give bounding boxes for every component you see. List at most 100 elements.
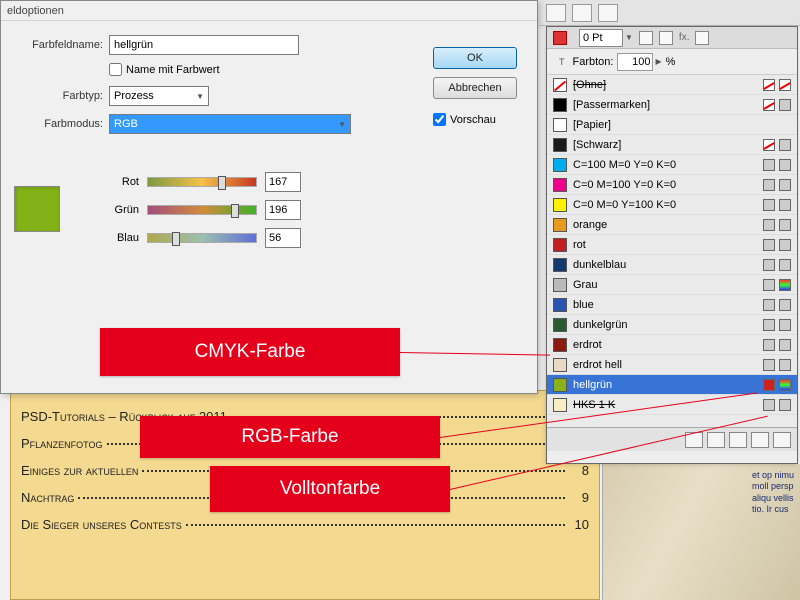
blue-value-input[interactable] xyxy=(265,228,301,248)
swatch-chip xyxy=(553,298,567,312)
green-slider[interactable] xyxy=(147,205,257,215)
swatch-item[interactable]: hellgrün xyxy=(547,375,797,395)
swatch-item[interactable]: [Papier] xyxy=(547,115,797,135)
swatch-item[interactable]: [Ohne] xyxy=(547,75,797,95)
red-label: Rot xyxy=(101,176,139,188)
swatch-name: [Passermarken] xyxy=(573,99,650,111)
dialog-title: eldoptionen xyxy=(1,1,537,21)
swatch-chip xyxy=(553,158,567,172)
tool-icon-e[interactable] xyxy=(659,31,673,45)
colortype-select[interactable]: Prozess xyxy=(109,86,209,106)
footer-new-icon[interactable] xyxy=(729,432,747,448)
cancel-button[interactable]: Abbrechen xyxy=(433,77,517,99)
flag-icon xyxy=(779,379,791,391)
swatch-name: dunkelgrün xyxy=(573,319,627,331)
footer-trash-icon[interactable] xyxy=(773,432,791,448)
tool-icon-c[interactable] xyxy=(598,4,618,22)
flag-icon xyxy=(779,319,791,331)
swatch-name: [Schwarz] xyxy=(573,139,621,151)
panel-tab-icon[interactable] xyxy=(553,31,567,45)
swatch-chip xyxy=(553,78,567,92)
swatch-item[interactable]: dunkelgrün xyxy=(547,315,797,335)
swatch-chip xyxy=(553,138,567,152)
flag-icon xyxy=(779,359,791,371)
preview-label: Vorschau xyxy=(450,114,496,126)
fieldname-input[interactable] xyxy=(109,35,299,55)
tone-input[interactable] xyxy=(617,53,653,71)
tool-icon-f[interactable] xyxy=(695,31,709,45)
swatch-flags xyxy=(763,219,791,231)
swatch-flags xyxy=(763,319,791,331)
name-with-value-label: Name mit Farbwert xyxy=(126,64,220,76)
pt-field-input[interactable] xyxy=(579,29,623,47)
toc-row: Die Sieger unseres Contests10 xyxy=(21,517,589,532)
preview-checkbox[interactable] xyxy=(433,113,446,126)
swatch-flags xyxy=(763,79,791,91)
swatch-flags xyxy=(763,199,791,211)
toc-page: 9 xyxy=(569,490,589,505)
swatch-item[interactable]: blue xyxy=(547,295,797,315)
swatch-item[interactable]: erdrot hell xyxy=(547,355,797,375)
green-value-input[interactable] xyxy=(265,200,301,220)
swatch-flags xyxy=(763,179,791,191)
tool-icon-b[interactable] xyxy=(572,4,592,22)
swatch-flags xyxy=(763,359,791,371)
tool-icon-d[interactable] xyxy=(639,31,653,45)
swatch-chip xyxy=(553,378,567,392)
chevron-right-icon[interactable]: ▶ xyxy=(655,57,661,66)
blue-slider[interactable] xyxy=(147,233,257,243)
flag-icon xyxy=(763,299,775,311)
swatch-flags xyxy=(763,239,791,251)
footer-icon-b[interactable] xyxy=(707,432,725,448)
tone-unit: % xyxy=(666,56,676,68)
toc-title: Nachtrag xyxy=(21,490,74,505)
swatch-chip xyxy=(553,358,567,372)
swatch-item[interactable]: C=100 M=0 Y=0 K=0 xyxy=(547,155,797,175)
toc-title: Pflanzenfotog xyxy=(21,436,103,451)
swatch-item[interactable]: dunkelblau xyxy=(547,255,797,275)
red-value-input[interactable] xyxy=(265,172,301,192)
swatch-item[interactable]: [Schwarz] xyxy=(547,135,797,155)
callout-rgb-text: RGB-Farbe xyxy=(241,426,338,448)
chevron-down-icon[interactable]: ▼ xyxy=(625,33,633,42)
flag-icon xyxy=(779,179,791,191)
swatch-name: C=0 M=0 Y=100 K=0 xyxy=(573,199,676,211)
side-text: et op nimu moll persp aliqu vellis tio. … xyxy=(752,470,796,515)
flag-icon xyxy=(763,359,775,371)
colormode-select[interactable]: RGB xyxy=(109,114,351,134)
swatch-name: erdrot xyxy=(573,339,602,351)
toc-title: Einiges zur aktuellen xyxy=(21,463,138,478)
swatch-list[interactable]: [Ohne] [Passermarken] [Papier] [Schwarz] C=1… xyxy=(547,75,797,427)
name-with-value-checkbox[interactable] xyxy=(109,63,122,76)
swatch-item[interactable]: [Passermarken] xyxy=(547,95,797,115)
toolbar-right xyxy=(540,0,800,26)
green-label: Grün xyxy=(101,204,139,216)
swatch-flags xyxy=(763,299,791,311)
swatch-chip xyxy=(553,238,567,252)
footer-new2-icon[interactable] xyxy=(751,432,769,448)
swatch-flags xyxy=(763,99,791,111)
flag-icon xyxy=(763,79,775,91)
swatch-item[interactable]: Grau xyxy=(547,275,797,295)
flag-icon xyxy=(763,179,775,191)
swatch-item[interactable]: rot xyxy=(547,235,797,255)
swatch-flags xyxy=(763,279,791,291)
swatch-item[interactable]: C=0 M=100 Y=0 K=0 xyxy=(547,175,797,195)
tool-icon-a[interactable] xyxy=(546,4,566,22)
flag-icon xyxy=(779,159,791,171)
swatch-name: blue xyxy=(573,299,594,311)
red-slider[interactable] xyxy=(147,177,257,187)
flag-icon xyxy=(779,99,791,111)
swatches-panel: ▼ fx. T Farbton: ▶ % [Ohne][Passermarken… xyxy=(546,26,798,464)
flag-icon xyxy=(779,339,791,351)
swatch-flags xyxy=(763,339,791,351)
swatch-item[interactable]: erdrot xyxy=(547,335,797,355)
flag-icon xyxy=(763,279,775,291)
flag-icon xyxy=(763,159,775,171)
colormode-value: RGB xyxy=(114,118,138,130)
flag-icon xyxy=(763,99,775,111)
flag-icon xyxy=(763,379,775,391)
swatch-item[interactable]: orange xyxy=(547,215,797,235)
ok-button[interactable]: OK xyxy=(433,47,517,69)
swatch-item[interactable]: C=0 M=0 Y=100 K=0 xyxy=(547,195,797,215)
